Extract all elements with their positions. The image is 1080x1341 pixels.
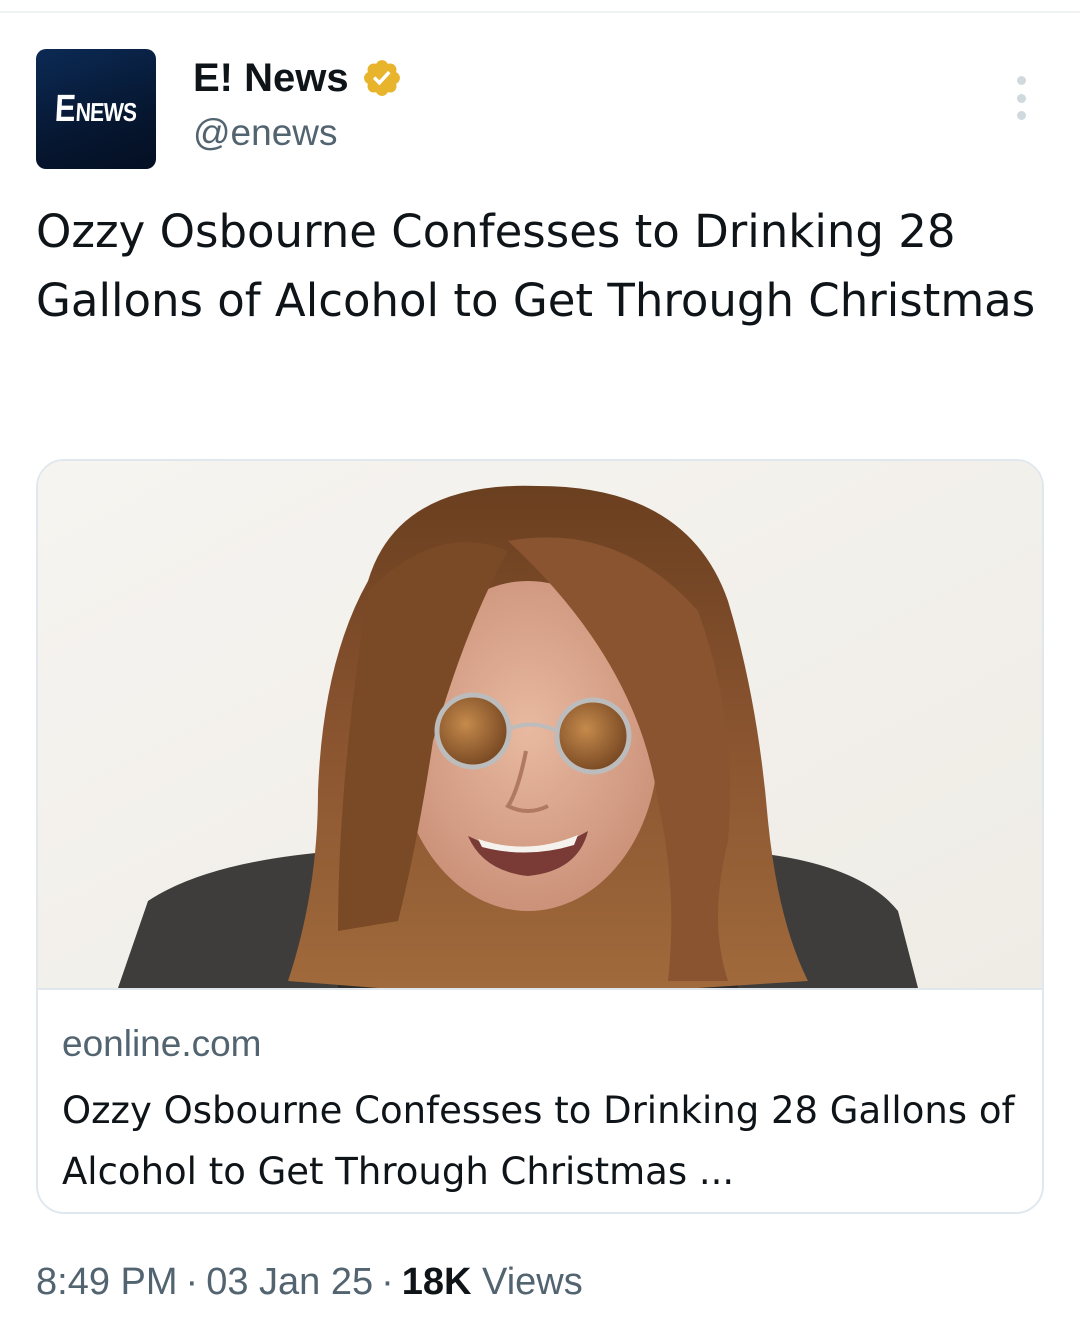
more-vertical-icon[interactable] (1004, 76, 1038, 120)
views-count[interactable]: 18K (402, 1261, 472, 1303)
verified-badge-icon (363, 60, 400, 96)
link-card[interactable]: eonline.com Ozzy Osbourne Confesses to D… (36, 459, 1044, 1214)
card-meta[interactable]: eonline.com Ozzy Osbourne Confesses to D… (38, 988, 1042, 1212)
avatar-logo-e: E (54, 87, 77, 130)
author-name-row[interactable]: E! News (193, 54, 403, 102)
more-dot (1016, 93, 1026, 103)
card-title: Ozzy Osbourne Confesses to Drinking 28 G… (62, 1089, 1015, 1193)
tweet-text: Ozzy Osbourne Confesses to Drinking 28 G… (36, 205, 1036, 327)
separator-dot: · (381, 1261, 394, 1303)
tweet-date[interactable]: 03 Jan 25 (206, 1261, 373, 1303)
avatar[interactable]: E NEWS (36, 49, 156, 169)
more-dot (1016, 111, 1026, 120)
views-label[interactable]: Views (482, 1261, 583, 1303)
separator-dot: · (185, 1261, 199, 1303)
author-display-name[interactable]: E! News (193, 54, 349, 102)
card-image[interactable] (38, 461, 1042, 988)
avatar-logo-news: NEWS (75, 96, 138, 127)
portrait-photo (38, 461, 1042, 988)
card-domain: eonline.com (62, 1023, 262, 1064)
tweet-time[interactable]: 8:49 PM (36, 1261, 178, 1303)
author-handle[interactable]: @enews (193, 110, 338, 156)
top-divider (0, 11, 1080, 13)
enews-logo: E NEWS (54, 88, 138, 131)
more-dot (1016, 76, 1026, 85)
tweet-meta: 8:49 PM · 03 Jan 25 · 18K Views (36, 1259, 583, 1305)
